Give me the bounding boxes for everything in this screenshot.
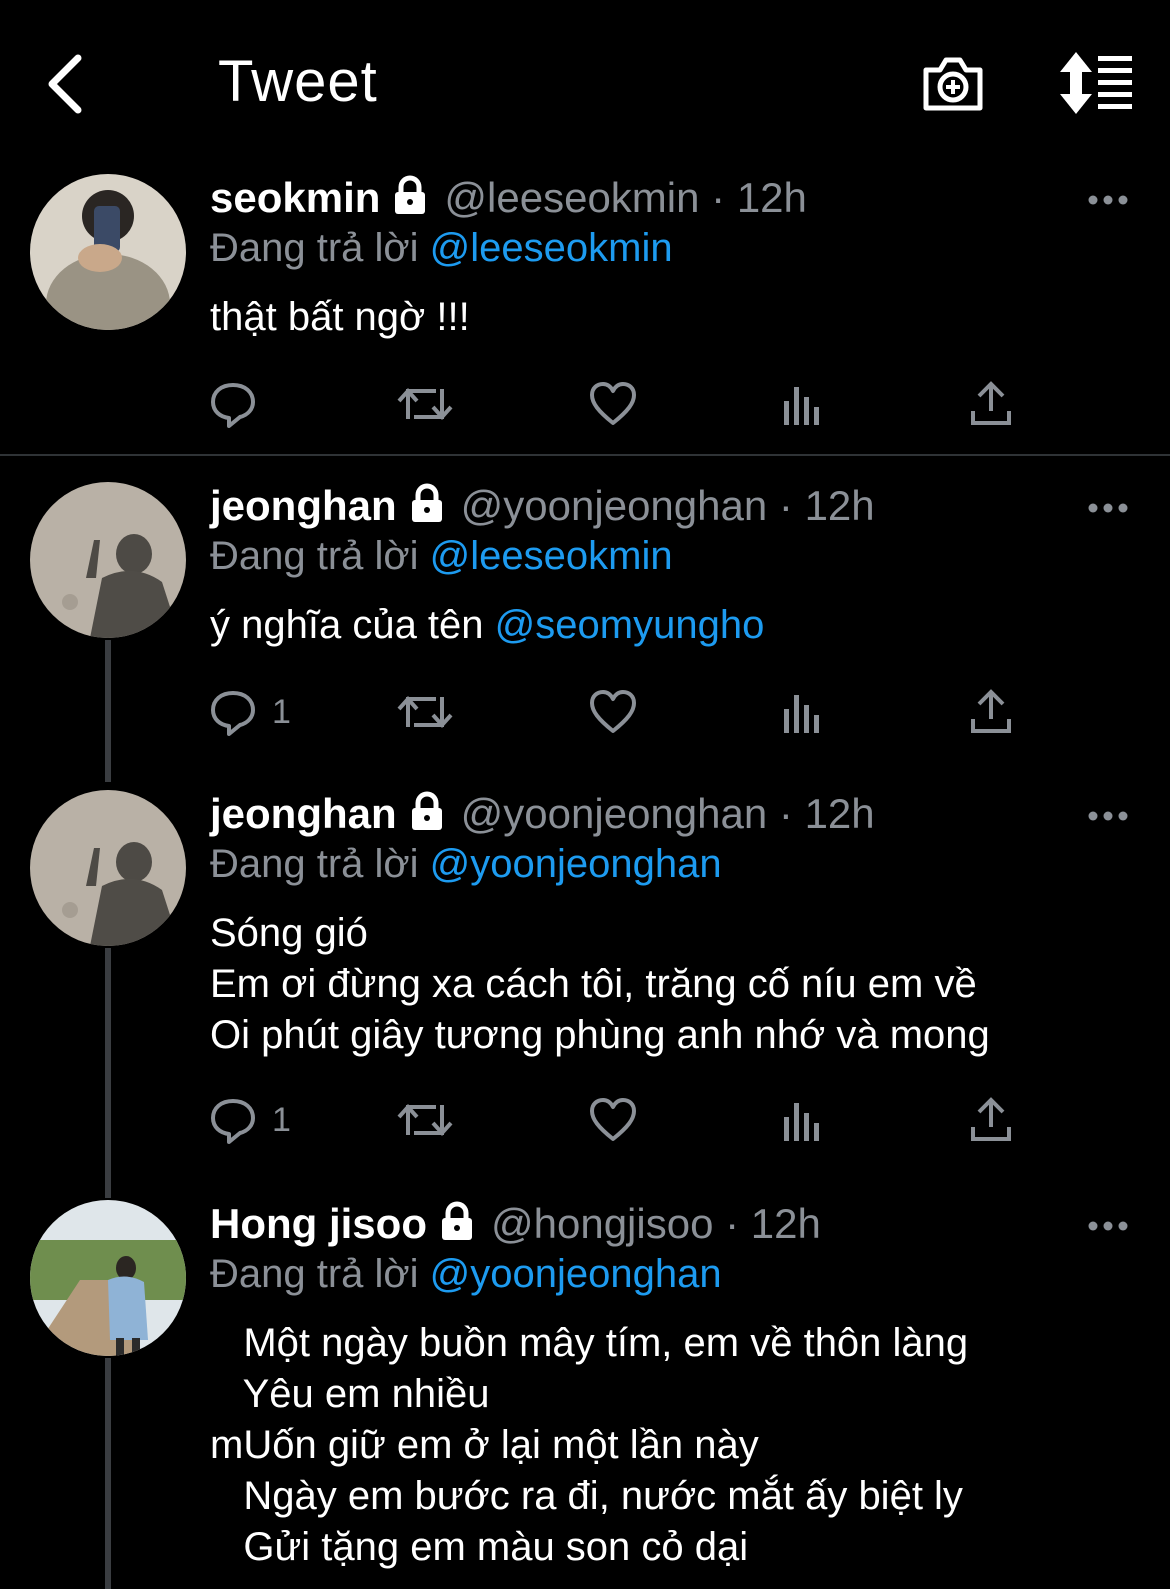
replying-to-mention[interactable]: @leeseokmin (430, 534, 673, 578)
share-button[interactable] (968, 684, 1014, 740)
reply-icon (211, 1099, 255, 1144)
reply-button[interactable] (208, 376, 272, 432)
reply-count: 1 (272, 692, 291, 731)
like-button[interactable] (588, 1092, 638, 1148)
avatar[interactable] (30, 482, 186, 638)
views-button[interactable] (780, 1092, 824, 1148)
user-handle[interactable]: @hongjisoo (491, 1200, 713, 1247)
more-options-icon[interactable] (1088, 194, 1128, 206)
retweet-button[interactable] (396, 376, 454, 432)
user-handle[interactable]: @leeseokmin (444, 174, 699, 221)
replying-to-label: Đang trả lời (210, 842, 419, 886)
separator-dot: · (778, 790, 793, 837)
heart-icon (590, 690, 636, 733)
separator-dot: · (725, 1200, 740, 1247)
replying-to-label: Đang trả lời (210, 534, 419, 578)
views-button[interactable] (780, 684, 824, 740)
like-button[interactable] (588, 684, 638, 740)
more-options-icon[interactable] (1088, 1220, 1128, 1232)
avatar[interactable] (30, 1200, 186, 1356)
replying-to: Đang trả lời @yoonjeonghan (210, 1252, 722, 1297)
timestamp: 12h (804, 482, 875, 529)
divider (0, 454, 1170, 456)
share-button[interactable] (968, 376, 1014, 432)
retweet-button[interactable] (396, 1092, 454, 1148)
reply-icon (211, 383, 255, 428)
replying-to-mention[interactable]: @yoonjeonghan (430, 842, 722, 886)
replying-to: Đang trả lời @leeseokmin (210, 534, 673, 579)
avatar[interactable] (30, 174, 186, 330)
user-handle[interactable]: @yoonjeonghan (461, 482, 768, 529)
share-icon (971, 381, 1011, 425)
replying-to-mention[interactable]: @yoonjeonghan (430, 1252, 722, 1296)
tweet-item[interactable]: seokmin @leeseokmin · 12h Đang trả lời @l… (0, 174, 1170, 454)
like-button[interactable] (588, 376, 638, 432)
more-options-icon[interactable] (1088, 810, 1128, 822)
share-icon (971, 1097, 1011, 1141)
tweet-text: Sóng gió Em ơi đừng xa cách tôi, trăng c… (210, 911, 990, 1057)
retweet-icon (397, 1104, 453, 1136)
tweet-actions: 1 (0, 1092, 1170, 1152)
timestamp: 12h (804, 790, 875, 837)
tweet-header: jeonghan @yoonjeonghan · 12h (210, 482, 875, 538)
tweet-text: thật bất ngờ !!! (210, 295, 470, 339)
lock-icon (395, 175, 426, 214)
timestamp: 12h (736, 174, 807, 221)
tweet-header: seokmin @leeseokmin · 12h (210, 174, 807, 230)
tweet-text-content: ý nghĩa của tên (210, 603, 484, 647)
replying-to: Đang trả lời @yoonjeonghan (210, 842, 722, 887)
display-name[interactable]: jeonghan (210, 482, 397, 529)
avatar[interactable] (30, 790, 186, 946)
replying-to-label: Đang trả lời (210, 1252, 419, 1296)
analytics-icon (784, 1103, 819, 1141)
lock-icon (411, 483, 442, 522)
retweet-icon (397, 388, 453, 420)
replying-to: Đang trả lời @leeseokmin (210, 226, 673, 271)
analytics-icon (784, 387, 819, 425)
display-name[interactable]: Hong jisoo (210, 1200, 427, 1247)
heart-icon (590, 382, 636, 425)
tweet-mention[interactable]: @seomyungho (495, 603, 765, 647)
tweet-item[interactable]: jeonghan @yoonjeonghan · 12h Đang trả lời… (0, 482, 1170, 782)
views-button[interactable] (780, 376, 824, 432)
tweet-item[interactable]: jeonghan @yoonjeonghan · 12h Đang trả lời… (0, 790, 1170, 1190)
tweet-header: jeonghan @yoonjeonghan · 12h (210, 790, 875, 846)
reply-button[interactable]: 1 (208, 684, 291, 740)
display-name[interactable]: seokmin (210, 174, 380, 221)
retweet-icon (397, 696, 453, 728)
tweet-actions (0, 376, 1170, 436)
tweet-header: Hong jisoo @hongjisoo · 12h (210, 1200, 821, 1256)
header-bar: Tweet (0, 0, 1170, 160)
share-icon (971, 689, 1011, 733)
back-arrow-icon[interactable] (40, 52, 96, 116)
separator-dot: · (711, 174, 726, 221)
share-button[interactable] (968, 1092, 1014, 1148)
user-handle[interactable]: @yoonjeonghan (461, 790, 768, 837)
replying-to-mention[interactable]: @leeseokmin (430, 226, 673, 270)
separator-dot: · (778, 482, 793, 529)
tweet-text: ý nghĩa của tên @seomyungho (210, 600, 764, 651)
timestamp: 12h (750, 1200, 821, 1247)
retweet-button[interactable] (396, 684, 454, 740)
heart-icon (590, 1098, 636, 1141)
display-name[interactable]: jeonghan (210, 790, 397, 837)
tweet-text: Một ngày buồn mây tím, em về thôn làng Y… (210, 1321, 969, 1569)
analytics-icon (784, 695, 819, 733)
more-options-icon[interactable] (1088, 502, 1128, 514)
tweet-item[interactable]: Hong jisoo @hongjisoo · 12h Đang trả lời … (0, 1200, 1170, 1589)
replying-to-label: Đang trả lời (210, 226, 419, 270)
reply-button[interactable]: 1 (208, 1092, 291, 1148)
page-title: Tweet (218, 49, 378, 114)
reply-count: 1 (272, 1100, 291, 1139)
lock-icon (411, 791, 442, 830)
sort-replies-icon[interactable] (1058, 50, 1138, 116)
tweet-actions: 1 (0, 684, 1170, 744)
reply-icon (211, 691, 255, 736)
lock-icon (441, 1201, 472, 1240)
camera-add-icon[interactable] (920, 50, 986, 116)
